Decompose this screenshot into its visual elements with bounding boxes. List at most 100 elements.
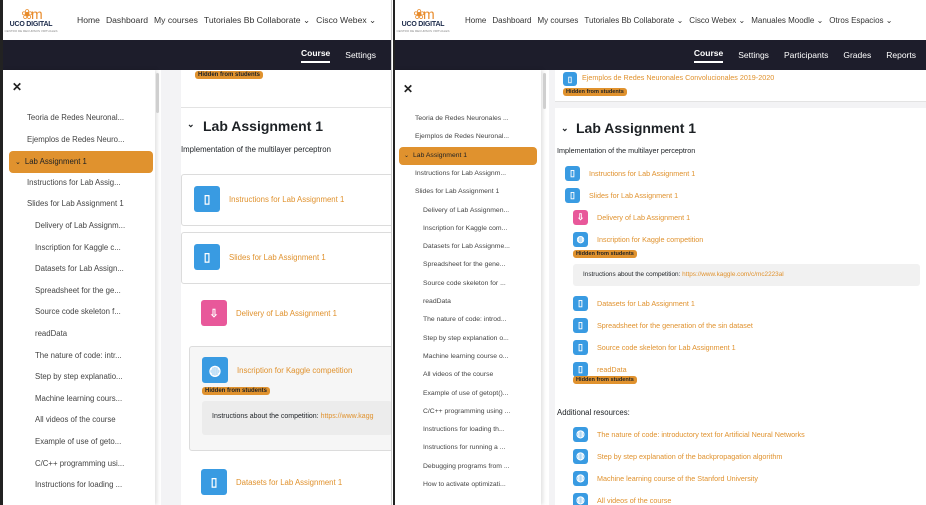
activity-link[interactable]: Slides for Lab Assignment 1	[229, 253, 326, 262]
course-index-item[interactable]: Instructions for loading th...	[395, 421, 541, 438]
tab-settings[interactable]: Settings	[345, 50, 376, 60]
collapse-chevron-icon[interactable]: ⌄	[187, 119, 195, 130]
course-index-item[interactable]: C/C++ programming usi...	[3, 454, 155, 474]
activity-link[interactable]: Inscription for Kaggle competition	[237, 366, 352, 375]
file-icon: ▯	[201, 469, 227, 495]
course-index-item[interactable]: Slides for Lab Assignment 1	[3, 194, 155, 214]
nav-home[interactable]: Home	[465, 16, 486, 25]
course-index-label: Inscription for Kaggle com...	[423, 224, 508, 232]
activity-card[interactable]: ⇩ Delivery of Lab Assignment 1	[189, 289, 391, 341]
activity-card[interactable]: ▯ Datasets for Lab Assignment 1	[189, 458, 391, 505]
course-index-item[interactable]: Inscription for Kaggle com...	[395, 220, 541, 237]
course-index-item[interactable]: Instructions for Lab Assig...	[3, 173, 155, 193]
course-index-item[interactable]: Source code skeleton for ...	[395, 275, 541, 292]
activity-link[interactable]: Ejemplos de Redes Neuronales Convolucion…	[582, 73, 774, 82]
course-index-item[interactable]: Slides for Lab Assignment 1	[395, 183, 541, 200]
activity-link[interactable]: Datasets for Lab Assignment 1	[236, 478, 342, 487]
activity-card[interactable]: ▯ Slides for Lab Assignment 1	[181, 232, 391, 284]
course-index-item[interactable]: Step by step explanation o...	[395, 330, 541, 347]
tab-reports[interactable]: Reports	[886, 50, 916, 60]
activity-card[interactable]: ▯ Instructions for Lab Assignment 1	[181, 174, 391, 226]
nav-tutoriales-bb[interactable]: Tutoriales Bb Collaborate ⌄	[584, 16, 683, 25]
activity-link[interactable]: Delivery of Lab Assignment 1	[597, 213, 690, 222]
course-index-item[interactable]: Teoria de Redes Neuronal...	[3, 108, 155, 128]
nav-my-courses[interactable]: My courses	[537, 16, 578, 25]
course-index-item[interactable]: Debugging programs from ...	[395, 458, 541, 475]
secondary-nav: Course Settings Participants Grades Repo…	[395, 40, 926, 70]
course-index-section-active[interactable]: ⌄ Lab Assignment 1	[9, 151, 153, 174]
drawer-scrollbar[interactable]	[543, 73, 546, 109]
activity-link[interactable]: Source code skeleton for Lab Assignment …	[597, 343, 736, 352]
previous-section-end: Hidden from students	[181, 70, 391, 108]
course-index-item[interactable]: Machine learning course o...	[395, 348, 541, 365]
nav-cisco-webex[interactable]: Cisco Webex ⌄	[316, 15, 376, 26]
activity-link[interactable]: Spreadsheet for the generation of the si…	[597, 321, 753, 330]
course-index-item[interactable]: Example of use of getopt()...	[395, 385, 541, 402]
file-icon: ▯	[565, 188, 580, 203]
collapse-chevron-icon[interactable]: ⌄	[561, 123, 569, 134]
assignment-icon: ⇩	[201, 300, 227, 326]
nav-otros-espacios[interactable]: Otros Espacios ⌄	[829, 16, 892, 25]
course-index-item[interactable]: The nature of code: introd...	[395, 311, 541, 328]
course-index-item[interactable]: readData	[3, 324, 155, 344]
chevron-down-icon[interactable]: ⌄	[15, 159, 21, 166]
hidden-badge: Hidden from students	[563, 88, 627, 96]
chevron-down-icon[interactable]: ⌄	[404, 153, 409, 159]
course-index-item[interactable]: Machine learning cours...	[3, 389, 155, 409]
nav-tutoriales-bb[interactable]: Tutoriales Bb Collaborate ⌄	[204, 15, 310, 26]
nav-cisco-webex[interactable]: Cisco Webex ⌄	[689, 16, 745, 25]
nav-my-courses[interactable]: My courses	[154, 15, 198, 25]
course-index-item[interactable]: Example of use of getо...	[3, 432, 155, 452]
course-index-item[interactable]: How to activate optimizati...	[395, 476, 541, 493]
course-index-item[interactable]: readData	[395, 293, 541, 310]
tab-settings[interactable]: Settings	[738, 50, 769, 60]
drawer-scrollbar[interactable]	[156, 73, 159, 113]
course-index-item[interactable]: Ejemplos de Redes Neuro...	[3, 130, 155, 150]
resource-link[interactable]: Machine learning course of the Stanford …	[597, 474, 758, 483]
tab-course[interactable]: Course	[300, 48, 331, 63]
tab-course[interactable]: Course	[693, 48, 724, 63]
course-index-item[interactable]: Teoria de Redes Neuronales ...	[395, 110, 541, 127]
course-index-item[interactable]: Ejemplos de Redes Neuronal...	[395, 128, 541, 145]
resource-link[interactable]: All videos of the course	[597, 496, 671, 505]
activity-link[interactable]: Datasets for Lab Assignment 1	[597, 299, 695, 308]
course-index-item[interactable]: Datasets for Lab Assign...	[3, 259, 155, 279]
site-logo[interactable]: ❀m UCO DIGITAL CENTRO DE RECURSOS VIRTUA…	[395, 0, 451, 40]
activity-link[interactable]: Inscription for Kaggle competition	[597, 235, 703, 244]
course-index-item[interactable]: Step by step explanatio...	[3, 367, 155, 387]
course-index-item[interactable]: Instructions for running a ...	[395, 439, 541, 456]
course-index-item[interactable]: Delivery of Lab Assignmen...	[395, 202, 541, 219]
course-index-item[interactable]: Spreadsheet for the ge...	[3, 281, 155, 301]
activity-card[interactable]: ◍ Inscription for Kaggle competition Hid…	[189, 346, 391, 451]
course-index-item[interactable]: Delivery of Lab Assignm...	[3, 216, 155, 236]
course-index-item[interactable]: Spreadsheet for the gene...	[395, 256, 541, 273]
course-index-item[interactable]: C/C++ programming using ...	[395, 403, 541, 420]
nav-home[interactable]: Home	[77, 15, 100, 25]
course-index-item[interactable]: Inscription for Kaggle c...	[3, 238, 155, 258]
activity-link[interactable]: Instructions for Lab Assignment 1	[229, 195, 344, 204]
course-index-item[interactable]: Source code skeleton f...	[3, 302, 155, 322]
nav-manuales-moodle[interactable]: Manuales Moodle ⌄	[751, 16, 823, 25]
course-index-item[interactable]: All videos of the course	[395, 366, 541, 383]
resource-link[interactable]: Step by step explanation of the backprop…	[597, 452, 782, 461]
site-logo[interactable]: ❀m UCO DIGITAL CENTRO DE RECURSOS VIRTUA…	[3, 0, 59, 40]
activity-link[interactable]: readData	[597, 365, 627, 374]
nav-dashboard[interactable]: Dashboard	[106, 15, 148, 25]
activity-link[interactable]: Slides for Lab Assignment 1	[589, 191, 678, 200]
course-index-item[interactable]: Instructions for Lab Assignm...	[395, 165, 541, 182]
course-index-item[interactable]: The nature of code: intr...	[3, 346, 155, 366]
kaggle-url-link[interactable]: https://www.kagg	[321, 413, 374, 420]
activity-link[interactable]: Instructions for Lab Assignment 1	[589, 169, 695, 178]
resource-link[interactable]: The nature of code: introductory text fo…	[597, 430, 805, 439]
tab-grades[interactable]: Grades	[843, 50, 871, 60]
course-index-item[interactable]: Instructions for loading ...	[3, 475, 155, 495]
course-index-item[interactable]: All videos of the course	[3, 410, 155, 430]
course-index-section-active[interactable]: ⌄ Lab Assignment 1	[399, 146, 537, 165]
close-drawer-icon[interactable]: ✕	[403, 82, 413, 96]
course-index-item[interactable]: Datasets for Lab Assignme...	[395, 238, 541, 255]
tab-participants[interactable]: Participants	[784, 50, 828, 60]
nav-dashboard[interactable]: Dashboard	[492, 16, 531, 25]
activity-link[interactable]: Delivery of Lab Assignment 1	[236, 309, 337, 318]
close-drawer-icon[interactable]: ✕	[12, 80, 22, 94]
kaggle-url-link[interactable]: https://www.kaggle.com/c/mc2223al	[682, 271, 784, 278]
